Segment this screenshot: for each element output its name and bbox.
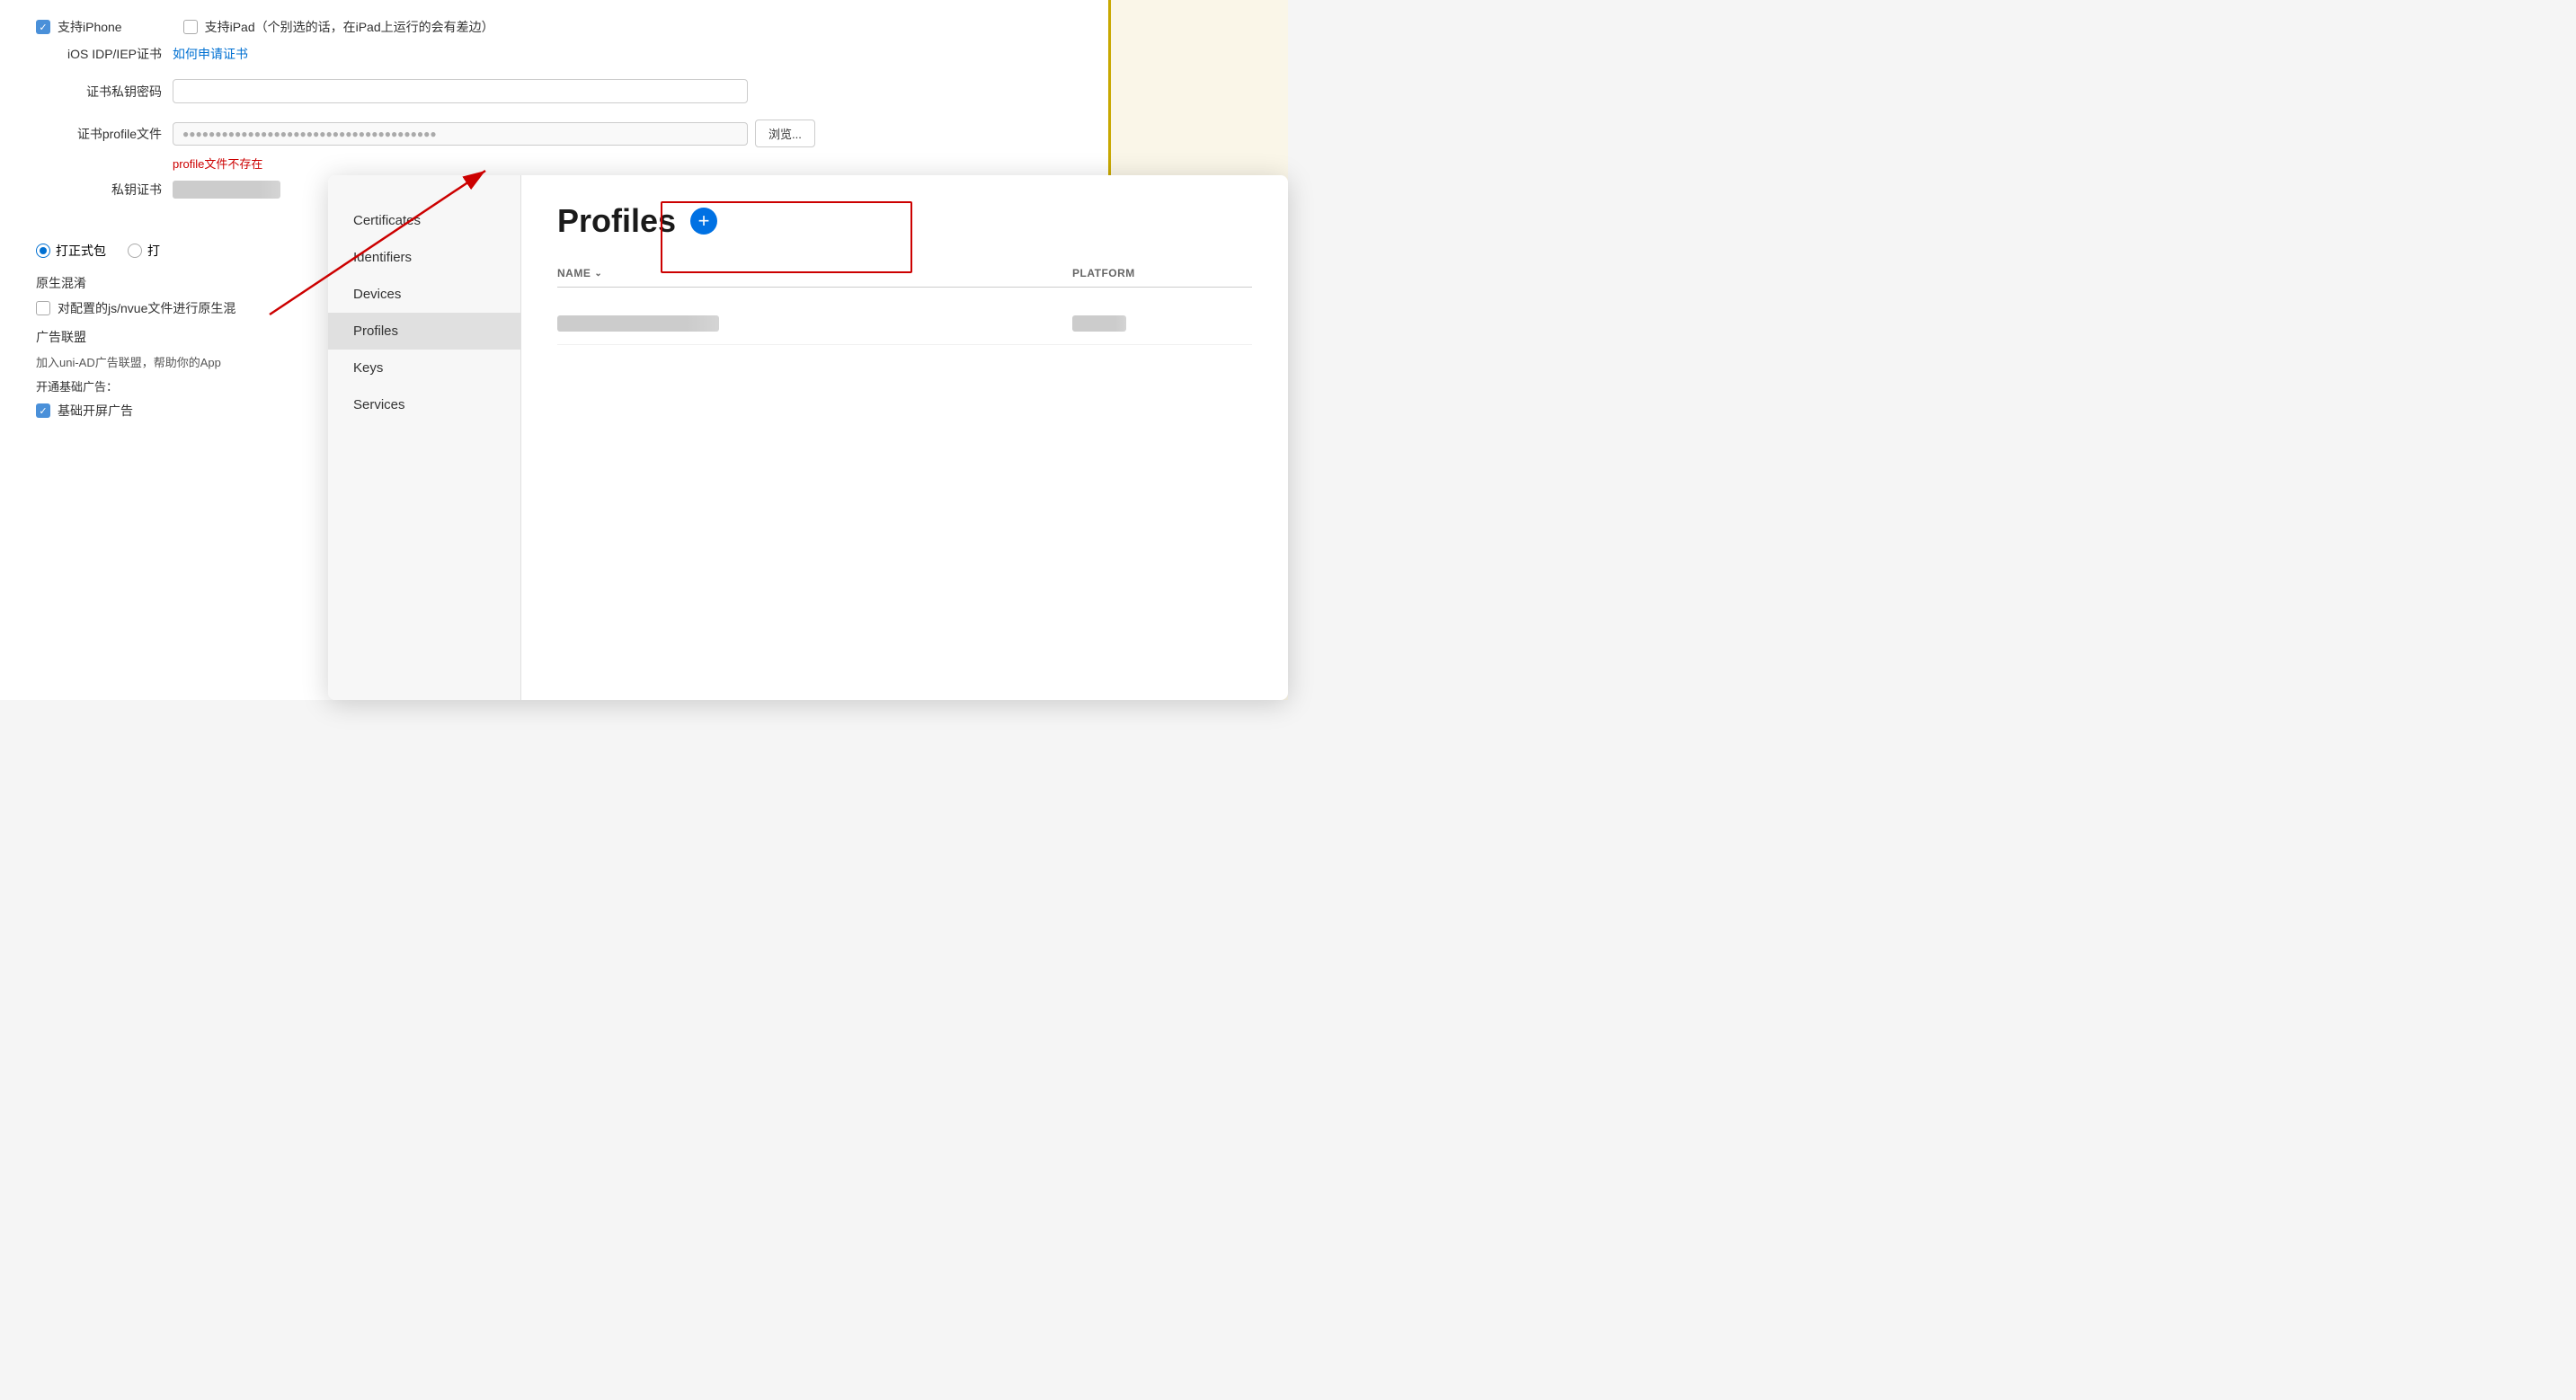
- password-row: 证书私钥密码: [36, 79, 1079, 103]
- nav-item-profiles[interactable]: Profiles: [328, 313, 520, 350]
- error-message: profile文件不存在: [173, 155, 1079, 172]
- ad-checkbox-label: 基础开屏广告: [58, 402, 133, 420]
- iphone-label: 支持iPhone: [58, 18, 122, 36]
- profile-platform-cell: [1072, 315, 1252, 332]
- apple-dev-overlay: Certificates Identifiers Devices Profile…: [328, 175, 1288, 700]
- table-row[interactable]: [557, 302, 1252, 345]
- nav-item-devices[interactable]: Devices: [328, 276, 520, 313]
- nav-item-services[interactable]: Services: [328, 386, 520, 423]
- profile-label: 证书profile文件: [36, 125, 162, 143]
- page-title: Profiles: [557, 202, 676, 240]
- obfuscation-label: 原生混淆: [36, 276, 86, 290]
- password-input[interactable]: [173, 79, 748, 103]
- ad-checkbox[interactable]: ✓: [36, 403, 50, 418]
- iphone-row: ✓ 支持iPhone 支持iPad（个别选的话，在iPad上运行的会有差边）: [36, 18, 1079, 36]
- package-label-2: 打: [147, 242, 160, 260]
- package-radio-2[interactable]: [128, 244, 142, 258]
- add-profile-button[interactable]: +: [690, 208, 717, 235]
- sort-icon: ⌄: [594, 269, 602, 279]
- nav-item-identifiers[interactable]: Identifiers: [328, 239, 520, 276]
- nav-item-certificates[interactable]: Certificates: [328, 202, 520, 239]
- password-label: 证书私钥密码: [36, 83, 162, 101]
- browse-button[interactable]: 浏览...: [755, 120, 815, 147]
- iphone-checkbox[interactable]: ✓: [36, 20, 50, 34]
- profile-name-value: [557, 315, 719, 332]
- cert-row: iOS IDP/IEP证书 如何申请证书: [36, 45, 1079, 63]
- col-platform-header: PLATFORM: [1072, 267, 1252, 279]
- table-header: NAME ⌄ PLATFORM: [557, 267, 1252, 288]
- private-cert-label: 私钥证书: [36, 181, 162, 199]
- private-cert-value: [173, 181, 280, 199]
- profile-name-cell: [557, 315, 1072, 332]
- main-content: Profiles + NAME ⌄ PLATFORM: [521, 175, 1288, 700]
- page-header: Profiles +: [557, 202, 1252, 240]
- obfuscation-desc: 对配置的js/nvue文件进行原生混: [58, 299, 235, 317]
- package-label-1: 打正式包: [56, 242, 106, 260]
- ipad-checkbox[interactable]: [183, 20, 198, 34]
- sidebar-nav: Certificates Identifiers Devices Profile…: [328, 175, 521, 700]
- package-radio-1[interactable]: [36, 244, 50, 258]
- profile-file-input[interactable]: [173, 122, 748, 146]
- obfuscation-checkbox[interactable]: [36, 301, 50, 315]
- ipad-label: 支持iPad（个别选的话，在iPad上运行的会有差边）: [205, 18, 494, 36]
- cert-link[interactable]: 如何申请证书: [173, 45, 248, 63]
- profile-platform-value: [1072, 315, 1126, 332]
- cert-label: iOS IDP/IEP证书: [36, 45, 162, 63]
- col-name-header: NAME ⌄: [557, 267, 1072, 279]
- nav-item-keys[interactable]: Keys: [328, 350, 520, 386]
- profile-file-row: 证书profile文件 浏览...: [36, 120, 1079, 147]
